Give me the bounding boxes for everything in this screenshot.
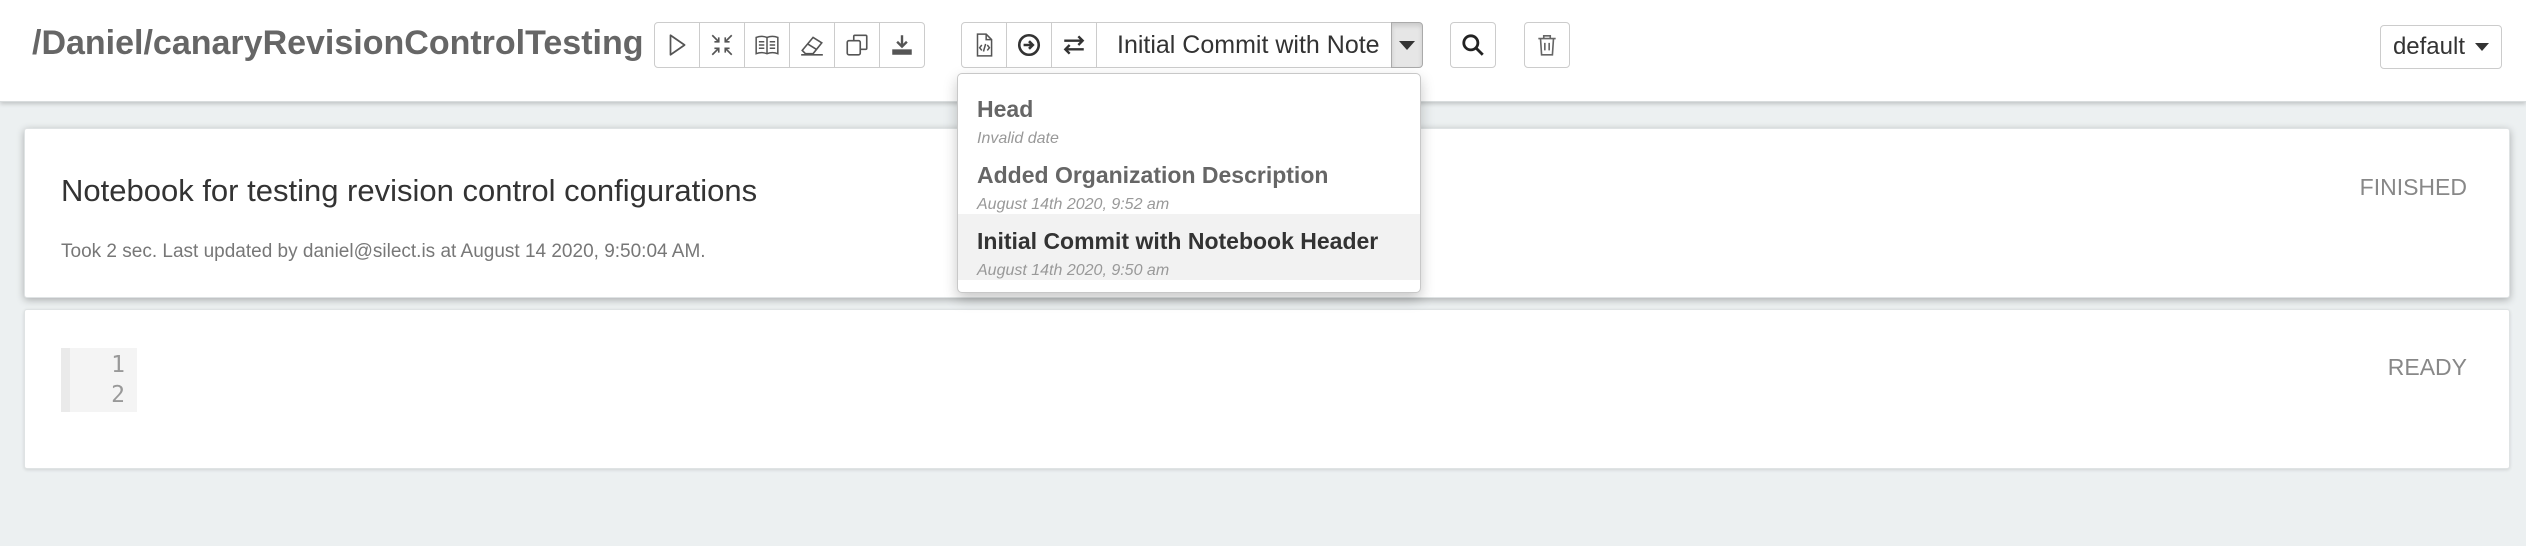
export-button[interactable] <box>879 22 925 68</box>
code-file-icon <box>976 33 993 57</box>
revision-control-group: Initial Commit with Note <box>961 22 1423 68</box>
revision-item-added-organization-description[interactable]: Added Organization Description August 14… <box>958 148 1420 214</box>
search-button[interactable] <box>1450 22 1496 68</box>
revision-item-title: Head <box>977 96 1034 122</box>
caret-down-icon <box>1399 40 1415 50</box>
set-revision-button[interactable] <box>1006 22 1052 68</box>
search-group <box>1450 22 1496 68</box>
clone-icon <box>846 34 868 56</box>
revision-dropdown-toggle[interactable] <box>1391 22 1423 68</box>
code-editor-gutter[interactable]: 1 2 <box>61 348 137 412</box>
clone-button[interactable] <box>834 22 880 68</box>
play-icon <box>669 34 686 56</box>
revision-item-date: Invalid date <box>977 130 1059 147</box>
compare-revisions-button[interactable] <box>1051 22 1097 68</box>
line-number: 1 <box>111 352 125 378</box>
book-icon <box>755 35 779 55</box>
paragraph-title: Notebook for testing revision control co… <box>61 173 758 208</box>
search-icon <box>1462 34 1484 56</box>
paragraph-status: READY <box>2387 354 2467 380</box>
caret-down-icon <box>2475 43 2489 51</box>
arrow-circle-icon <box>1017 33 1041 57</box>
trash-icon <box>1538 34 1556 56</box>
exchange-icon <box>1063 35 1085 55</box>
clear-output-button[interactable] <box>789 22 835 68</box>
paragraph-execution-info: Took 2 sec. Last updated by daniel@silec… <box>61 241 706 262</box>
collapse-icon <box>711 34 733 56</box>
line-number: 2 <box>111 382 125 408</box>
paragraph-editor-cell[interactable]: 1 2 READY <box>24 309 2510 469</box>
hide-code-button[interactable] <box>699 22 745 68</box>
interpreter-setting-button[interactable]: default <box>2379 25 2502 69</box>
run-all-button[interactable] <box>654 22 700 68</box>
revision-select[interactable]: Initial Commit with Note <box>1096 22 1392 68</box>
paragraph-status: FINISHED <box>2359 174 2467 200</box>
revision-item-title: Added Organization Description <box>977 162 1329 188</box>
notebook-title[interactable]: /Daniel/canaryRevisionControlTesting <box>32 24 644 63</box>
version-control-button[interactable] <box>961 22 1007 68</box>
notebook-actions-group <box>654 22 925 68</box>
revision-dropdown-menu: Head Invalid date Added Organization Des… <box>957 73 1421 293</box>
interpreter-setting-label: default <box>2392 33 2465 60</box>
remove-notebook-button[interactable] <box>1524 22 1570 68</box>
revision-item-date: August 14th 2020, 9:50 am <box>977 262 1170 279</box>
revision-item-title: Initial Commit with Notebook Header <box>977 228 1379 254</box>
eraser-icon <box>801 36 823 56</box>
download-icon <box>892 35 912 55</box>
revision-item-date: August 14th 2020, 9:52 am <box>977 196 1170 213</box>
revision-item-head[interactable]: Head Invalid date <box>958 82 1420 148</box>
revision-item-initial-commit[interactable]: Initial Commit with Notebook Header Augu… <box>958 214 1420 280</box>
trash-group <box>1524 22 1570 68</box>
hide-output-button[interactable] <box>744 22 790 68</box>
